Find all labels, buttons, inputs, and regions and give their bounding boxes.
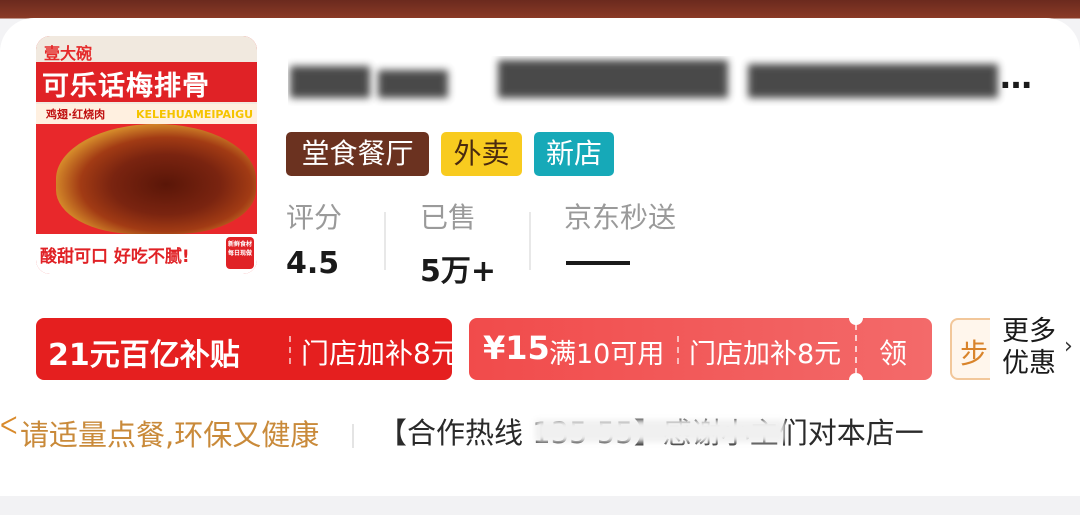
notice-divider <box>352 424 354 448</box>
coupon-separator <box>289 336 291 364</box>
logo-eng: KELEHUAMEIPAIGU <box>136 108 254 121</box>
stat-sold-label: 已售 <box>420 201 477 234</box>
voucher-condition: 满10可用 <box>549 339 665 370</box>
more-offers-label: 更多优惠 <box>1002 316 1056 379</box>
food-photo <box>56 124 256 234</box>
redacted-text <box>748 64 998 98</box>
subsidy-main: 21元百亿补贴 <box>48 338 240 373</box>
coupon-notch <box>849 373 863 387</box>
name-ellipsis: … <box>1000 58 1033 96</box>
store-name: … <box>288 56 1033 106</box>
logo-badge: 新鲜食材 每日现做 <box>226 237 254 269</box>
redacted-text <box>498 60 728 98</box>
tag-new-store: 新店 <box>534 132 614 176</box>
stat-delivery-label: 京东秒送 <box>564 201 677 234</box>
subsidy-coupon[interactable]: 21元百亿补贴 门店加补8元 <box>36 318 452 380</box>
stat-divider <box>529 212 531 270</box>
voucher-price: ¥15 <box>483 329 550 367</box>
store-logo[interactable]: 壹大碗 可乐话梅排骨 鸡翅·红烧肉 KELEHUAMEIPAIGU 酸甜可口 好… <box>36 36 257 274</box>
logo-brand: 壹大碗 <box>44 44 93 63</box>
partial-coupon[interactable]: 步 <box>950 318 990 380</box>
stat-delivery-value-dash <box>566 261 630 265</box>
claim-button[interactable]: 领 <box>879 332 907 372</box>
redacted-text <box>378 70 448 98</box>
stat-rating-value: 4.5 <box>286 246 340 281</box>
subsidy-store-extra: 门店加补8元 <box>301 337 452 370</box>
coupon-notch <box>849 311 863 325</box>
stat-rating-label: 评分 <box>286 201 343 234</box>
chevron-right-icon: › <box>1064 334 1073 359</box>
page-background <box>0 496 1080 515</box>
voucher-store-extra: 门店加补8元 <box>689 339 842 370</box>
redacted-text <box>290 66 370 98</box>
notice-text: 请适量点餐,环保又健康 <box>20 418 320 452</box>
stat-divider <box>384 212 386 270</box>
coupon-separator <box>677 336 679 364</box>
voucher-coupon[interactable]: ¥15 满10可用 门店加补8元 领 <box>469 318 932 380</box>
coupon-separator <box>855 324 857 374</box>
logo-slogan: 酸甜可口 好吃不腻! <box>40 247 190 267</box>
logo-sub: 鸡翅·红烧肉 <box>46 108 106 121</box>
more-offers-button[interactable]: 更多优惠 › <box>998 312 1080 384</box>
tag-delivery: 外卖 <box>441 132 522 176</box>
logo-title: 可乐话梅排骨 <box>42 71 210 102</box>
stat-sold-value: 5万+ <box>420 254 497 289</box>
partial-coupon-text: 步 <box>960 337 989 370</box>
redacted-phone <box>535 420 785 442</box>
leaf-icon: ᐸ <box>0 412 18 440</box>
tag-dine-in: 堂食餐厅 <box>286 132 429 176</box>
